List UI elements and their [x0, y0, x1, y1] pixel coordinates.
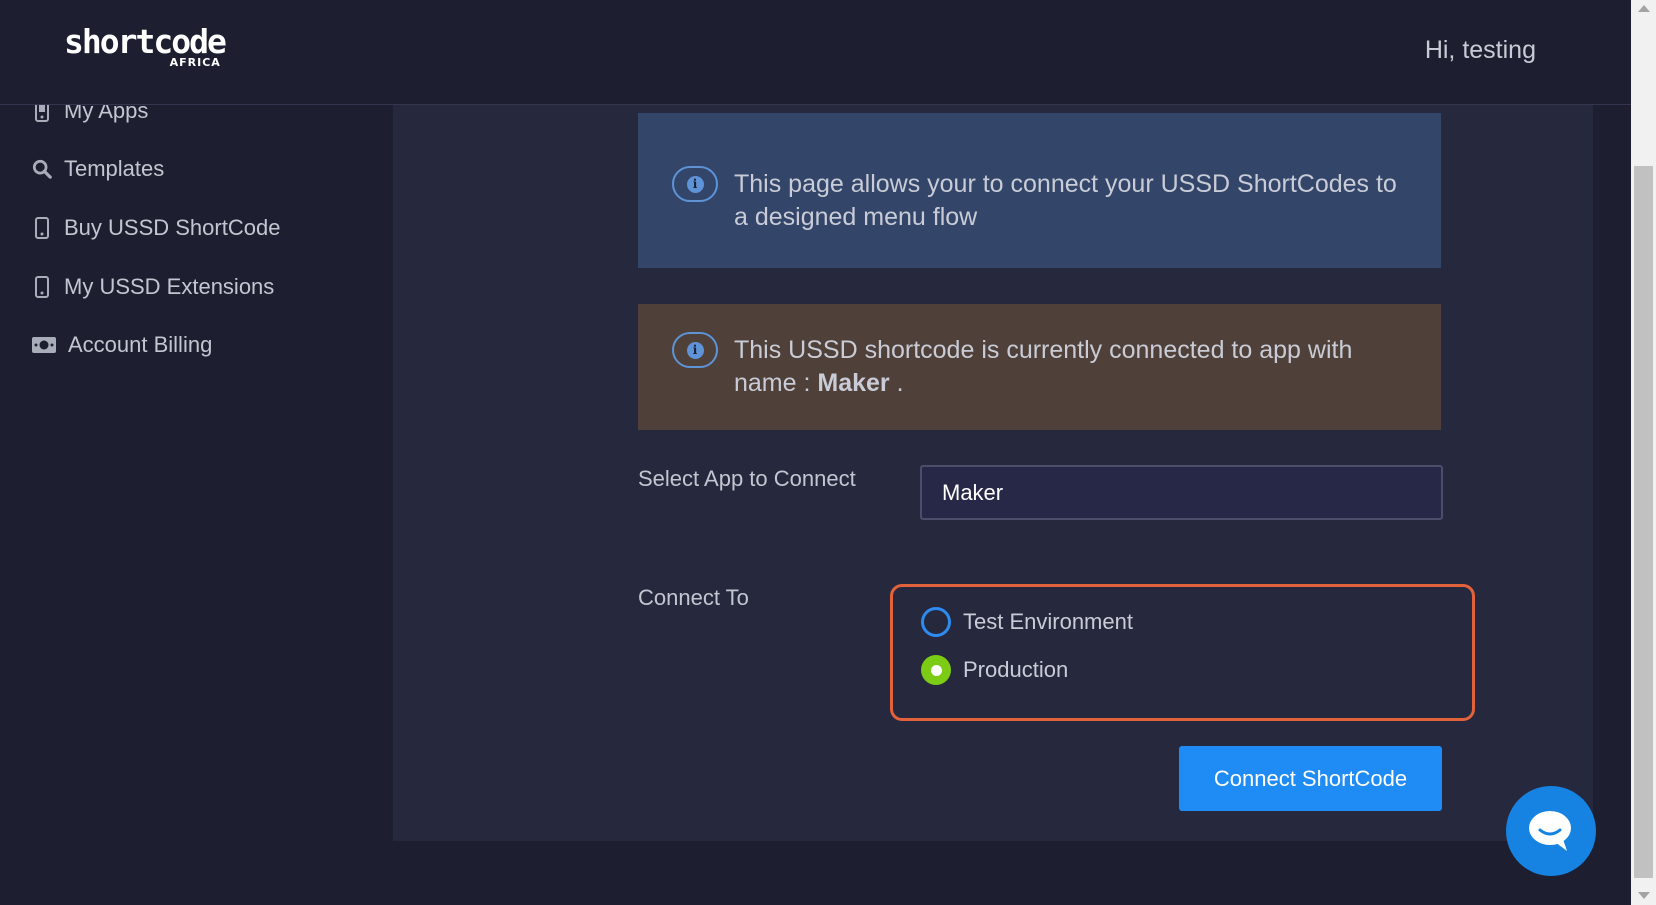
info-icon: i — [672, 332, 718, 368]
chat-bubble-icon — [1529, 811, 1571, 851]
scroll-down-icon[interactable] — [1638, 892, 1650, 899]
select-app-label: Select App to Connect — [638, 466, 856, 491]
environment-radio-group: Test Environment Production — [890, 584, 1475, 721]
chat-launcher-button[interactable] — [1506, 786, 1596, 876]
info-alert-text: This page allows your to connect your US… — [734, 170, 1397, 231]
sidebar: My Apps Templates Buy USSD ShortCode My … — [0, 98, 393, 905]
scroll-up-icon[interactable] — [1638, 5, 1650, 12]
sidebar-item-templates[interactable]: Templates — [32, 156, 164, 182]
sidebar-item-label: Templates — [64, 156, 165, 181]
money-icon — [32, 334, 56, 356]
radio-checked-icon[interactable] — [921, 655, 951, 685]
warning-alert: i This USSD shortcode is currently conne… — [638, 304, 1441, 430]
mobile-icon — [32, 276, 52, 298]
connect-shortcode-button[interactable]: Connect ShortCode — [1179, 746, 1442, 811]
sidebar-item-label: Account Billing — [68, 332, 213, 357]
user-greeting[interactable]: Hi, testing — [1425, 36, 1536, 65]
connect-to-label: Connect To — [638, 585, 749, 610]
sidebar-item-label: My USSD Extensions — [64, 274, 275, 299]
header: shortcode AFRICA Hi, testing — [0, 0, 1631, 105]
info-alert: i This page allows your to connect your … — [638, 113, 1441, 268]
sidebar-item-my-ussd-extensions[interactable]: My USSD Extensions — [32, 274, 274, 300]
sidebar-item-buy-ussd-shortcode[interactable]: Buy USSD ShortCode — [32, 215, 280, 241]
warning-alert-text: This USSD shortcode is currently connect… — [734, 334, 1401, 400]
page-scrollbar[interactable] — [1631, 0, 1656, 905]
warning-alert-suffix: . — [889, 369, 904, 397]
radio-label: Production — [963, 657, 1069, 682]
scroll-thumb[interactable] — [1634, 166, 1653, 878]
mobile-icon — [32, 217, 52, 239]
logo-text: shortcode — [64, 22, 227, 61]
sidebar-item-label: Buy USSD ShortCode — [64, 215, 281, 240]
search-icon — [32, 158, 52, 180]
connected-app-name: Maker — [817, 369, 890, 397]
logo[interactable]: shortcode AFRICA — [64, 22, 227, 70]
sidebar-item-account-billing[interactable]: Account Billing — [32, 332, 212, 358]
radio-production[interactable]: Production — [921, 655, 1068, 685]
radio-unchecked-icon[interactable] — [921, 607, 951, 637]
main-content: i This page allows your to connect your … — [393, 105, 1593, 841]
select-app-dropdown[interactable]: Maker — [920, 465, 1443, 520]
radio-label: Test Environment — [963, 609, 1133, 634]
radio-test-environment[interactable]: Test Environment — [921, 607, 1133, 637]
info-icon: i — [672, 166, 718, 202]
